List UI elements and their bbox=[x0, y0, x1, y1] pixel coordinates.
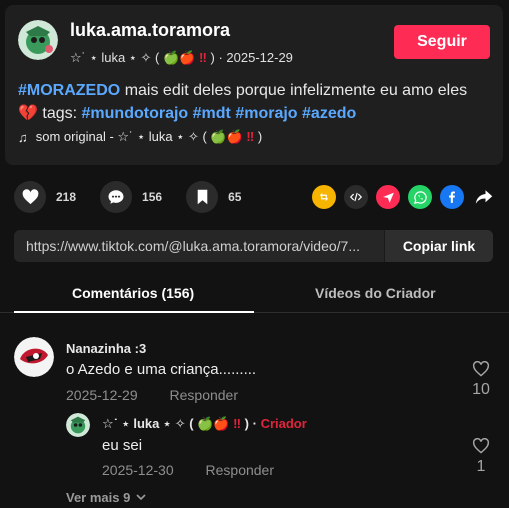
send-icon[interactable] bbox=[376, 185, 400, 209]
video-link-box: https://www.tiktok.com/@luka.ama.toramor… bbox=[14, 230, 493, 262]
description-text: mais edit deles porque infelizmente eu a… bbox=[124, 82, 468, 99]
author-display-name: ☆˙ ⋆ luka ⋆ ✧ ( 🍏🍎 bbox=[70, 50, 196, 65]
post-date: 2025-12-29 bbox=[226, 50, 293, 65]
music-title-end: ) bbox=[257, 129, 263, 144]
heart-icon bbox=[22, 189, 38, 205]
save-count: 65 bbox=[228, 190, 242, 204]
hashtag-morajo[interactable]: #morajo bbox=[235, 105, 297, 122]
whatsapp-icon[interactable] bbox=[408, 185, 432, 209]
reply-exclamation: ‼ bbox=[233, 416, 242, 431]
view-more-replies[interactable]: Ver mais 9 bbox=[66, 490, 146, 505]
embed-icon[interactable] bbox=[344, 185, 368, 209]
hashtag-mundotorajo[interactable]: #mundotorajo bbox=[82, 105, 189, 122]
reply-author-name[interactable]: ☆˙ ⋆ luka ⋆ ✧ ( 🍏🍎 ‼ ) · Criador bbox=[102, 416, 307, 432]
creator-badge: Criador bbox=[260, 416, 307, 431]
commenter-avatar[interactable] bbox=[14, 337, 54, 377]
tab-creator-videos[interactable]: Vídeos do Criador bbox=[315, 285, 436, 301]
hashtag-morazedo[interactable]: #MORAZEDO bbox=[18, 82, 120, 99]
copy-link-button[interactable]: Copiar link bbox=[384, 230, 493, 262]
share-bar bbox=[312, 185, 496, 209]
music-link[interactable]: ♫ som original - ☆˙ ⋆ luka ⋆ ✧ ( 🍏🍎 ‼ ) bbox=[18, 129, 262, 145]
tab-comments[interactable]: Comentários (156) bbox=[72, 285, 194, 301]
share-arrow-icon[interactable] bbox=[472, 185, 496, 209]
video-url[interactable]: https://www.tiktok.com/@luka.ama.toramor… bbox=[14, 238, 384, 254]
hashtag-azedo[interactable]: #azedo bbox=[302, 105, 356, 122]
commenter-name[interactable]: Nanazinha :3 bbox=[66, 341, 146, 356]
music-exclamation: ‼ bbox=[246, 129, 255, 144]
comment-like-count: 10 bbox=[472, 381, 490, 398]
post-card: luka.ama.toramora ☆˙ ⋆ luka ⋆ ✧ ( 🍏🍎 ‼ )… bbox=[5, 5, 503, 165]
comment-count: 156 bbox=[142, 190, 163, 204]
comment-icon bbox=[108, 190, 124, 204]
like-count: 218 bbox=[56, 190, 77, 204]
tags-label: tags: bbox=[42, 105, 78, 122]
reply-like[interactable]: 1 bbox=[468, 438, 494, 476]
view-more-label: Ver mais 9 bbox=[66, 490, 131, 505]
comment-button[interactable] bbox=[100, 181, 133, 213]
follow-button[interactable]: Seguir bbox=[394, 25, 490, 59]
repost-icon[interactable] bbox=[312, 185, 336, 209]
chevron-down-icon bbox=[136, 494, 146, 501]
author-avatar[interactable] bbox=[18, 20, 58, 60]
tab-bar: Comentários (156) Vídeos do Criador bbox=[0, 275, 509, 313]
heart-outline-icon bbox=[472, 361, 490, 377]
author-display-name-end: ) bbox=[210, 50, 215, 65]
reply-button[interactable]: Responder bbox=[170, 387, 239, 403]
author-username[interactable]: luka.ama.toramora bbox=[70, 20, 230, 41]
facebook-icon[interactable] bbox=[440, 185, 464, 209]
reply-like-count: 1 bbox=[476, 458, 486, 475]
active-tab-indicator bbox=[14, 311, 254, 313]
reply-text: eu sei bbox=[102, 437, 143, 454]
reply-meta: 2025-12-30 Responder bbox=[102, 462, 274, 478]
heart-outline-icon bbox=[472, 438, 490, 454]
comment-text: o Azedo e uma criança......... bbox=[66, 361, 257, 378]
like-button[interactable] bbox=[14, 181, 46, 213]
action-bar: 218 156 65 bbox=[14, 181, 265, 213]
music-title: som original - ☆˙ ⋆ luka ⋆ ✧ ( 🍏🍎 bbox=[35, 129, 243, 144]
reply-date: 2025-12-30 bbox=[102, 462, 174, 478]
comment-meta: 2025-12-29 Responder bbox=[66, 387, 238, 403]
author-subline: ☆˙ ⋆ luka ⋆ ✧ ( 🍏🍎 ‼ ) · 2025-12-29 bbox=[70, 50, 293, 65]
reply-author-avatar[interactable] bbox=[66, 413, 90, 437]
save-button[interactable] bbox=[186, 181, 219, 213]
reply-reply-button[interactable]: Responder bbox=[206, 462, 275, 478]
comment-like[interactable]: 10 bbox=[468, 361, 494, 399]
music-note-icon: ♫ bbox=[18, 129, 28, 145]
post-description: #MORAZEDO mais edit deles porque infeliz… bbox=[18, 79, 498, 125]
bookmark-icon bbox=[197, 189, 207, 205]
broken-heart-emoji: 💔 bbox=[18, 105, 38, 122]
hashtag-mdt[interactable]: #mdt bbox=[193, 105, 231, 122]
comment-date: 2025-12-29 bbox=[66, 387, 138, 403]
exclamation-mark: ‼ bbox=[199, 50, 207, 65]
